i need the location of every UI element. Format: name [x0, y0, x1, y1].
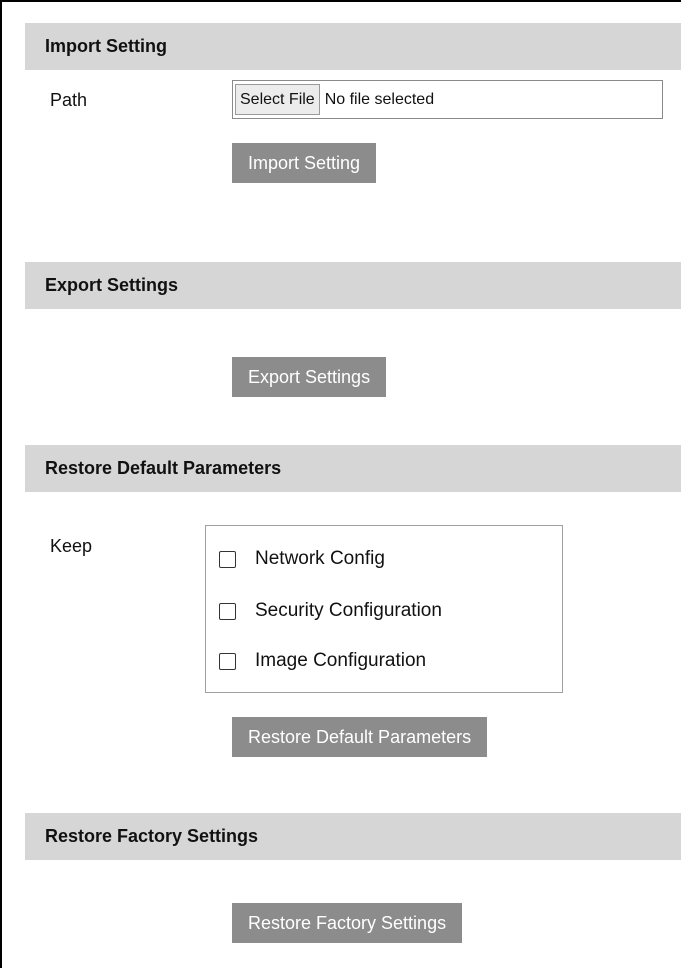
keep-option-security[interactable]: Security Configuration [219, 600, 442, 622]
keep-label: Keep [50, 536, 93, 556]
image-config-checkbox[interactable] [219, 652, 236, 670]
file-status-text: No file selected [324, 90, 435, 108]
import-setting-header: Import Setting [25, 23, 681, 70]
keep-option-image[interactable]: Image Configuration [219, 650, 426, 672]
network-config-label: Network Config [255, 548, 385, 569]
import-setting-button[interactable]: Import Setting [232, 143, 377, 183]
security-config-checkbox[interactable] [219, 602, 236, 620]
security-config-label: Security Configuration [255, 600, 442, 621]
network-config-checkbox[interactable] [219, 550, 236, 568]
restore-default-button[interactable]: Restore Default Parameters [232, 717, 488, 757]
restore-factory-header: Restore Factory Settings [25, 813, 681, 860]
restore-default-header: Restore Default Parameters [25, 445, 681, 492]
export-settings-header: Export Settings [25, 262, 681, 309]
file-input[interactable]: Select File No file selected [232, 80, 663, 119]
export-settings-button[interactable]: Export Settings [232, 357, 387, 397]
image-config-label: Image Configuration [255, 650, 427, 671]
select-file-button[interactable]: Select File [235, 84, 320, 115]
path-label: Path [50, 90, 88, 110]
keep-option-network[interactable]: Network Config [219, 548, 385, 570]
keep-options-box: Network Config Security Configuration Im… [205, 525, 563, 693]
restore-factory-button[interactable]: Restore Factory Settings [232, 903, 463, 943]
